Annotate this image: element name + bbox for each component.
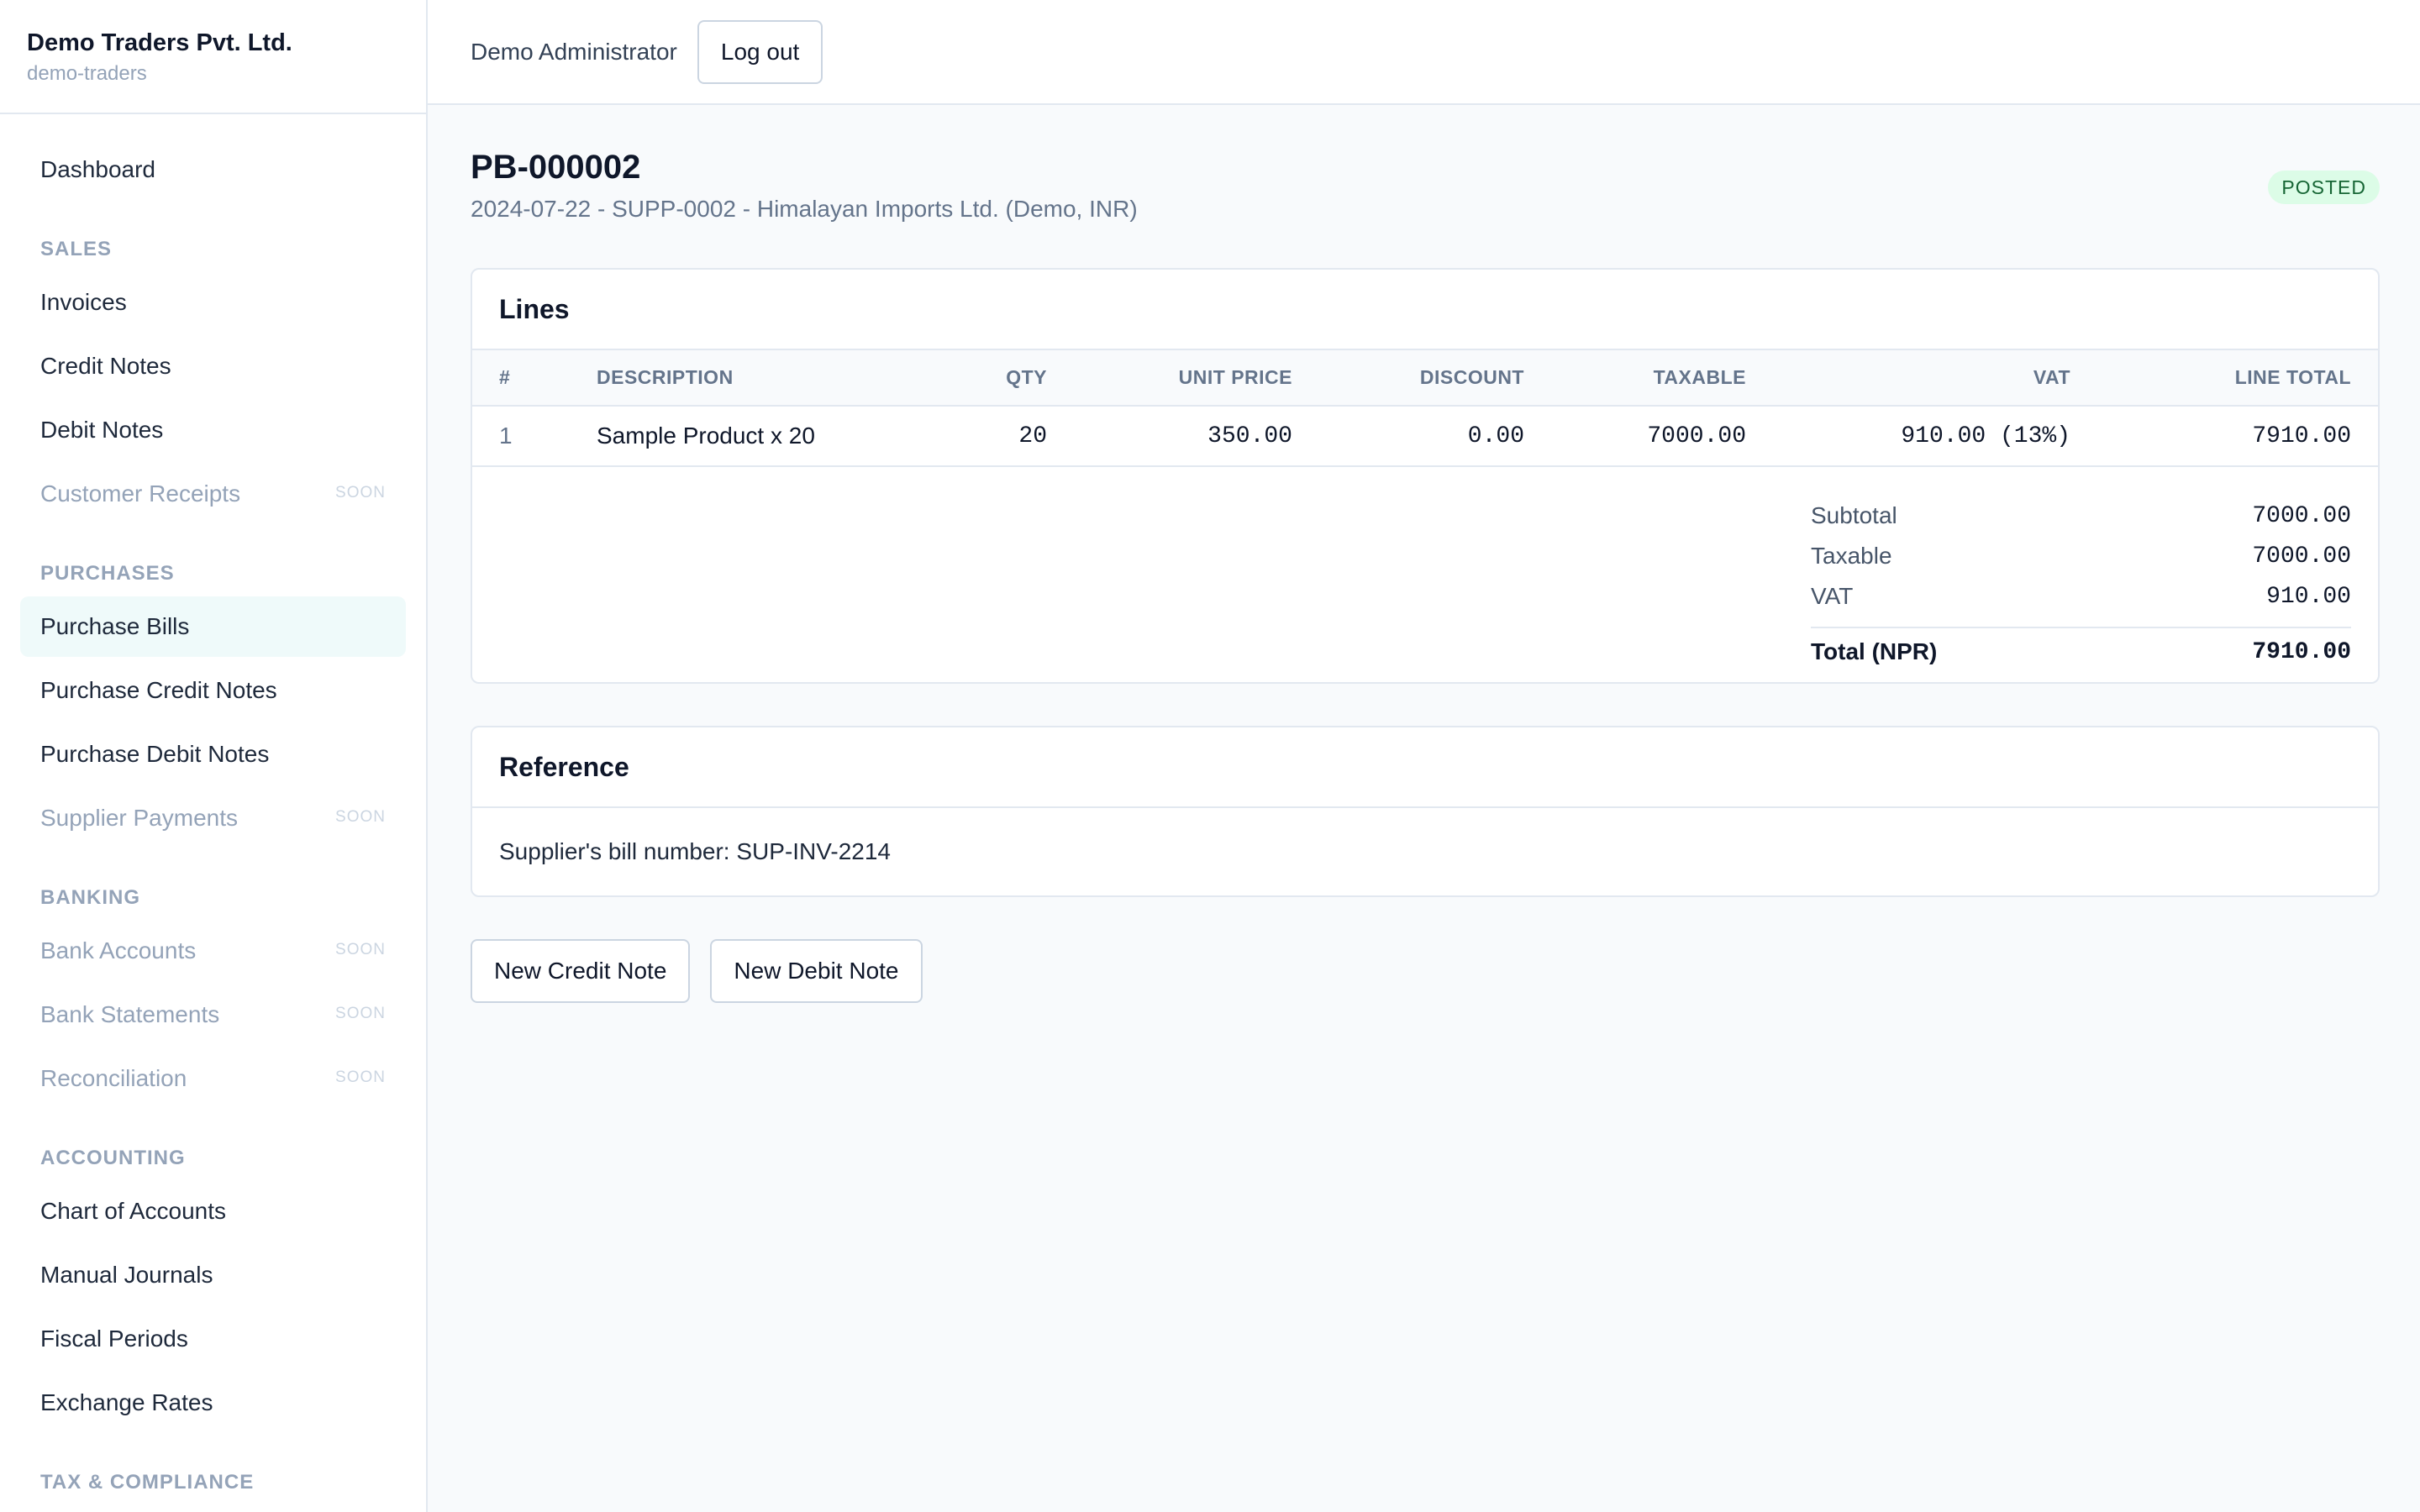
cell-vat: 910.00 (13%) (1773, 406, 2097, 467)
column-header-qty: QTY (939, 350, 1074, 407)
brand: Demo Traders Pvt. Ltd. demo-traders (0, 0, 426, 114)
cell-line-total: 7910.00 (2097, 406, 2378, 467)
sidebar-item-label: Chart of Accounts (40, 1198, 227, 1224)
sidebar-section-sales: SALES (40, 238, 113, 260)
sidebar-section-purchases: PURCHASES (40, 562, 175, 585)
sidebar-item-label: Fiscal Periods (40, 1326, 188, 1352)
vat-label: VAT (1811, 583, 1854, 609)
soon-badge: SOON (335, 1068, 386, 1086)
sidebar-section-banking: BANKING (40, 886, 140, 909)
sidebar-item-label: Dashboard (40, 156, 155, 182)
sidebar-item-label: Credit Notes (40, 353, 171, 379)
sidebar-item-invoices[interactable]: Invoices (20, 272, 406, 333)
lines-card: Lines # DESCRIPTION QTY UNIT PRICE DISCO… (471, 268, 2380, 684)
sidebar-item-dashboard[interactable]: Dashboard (20, 139, 406, 200)
sidebar-section-tax-compliance: TAX & COMPLIANCE (40, 1471, 255, 1494)
sidebar-item-fiscal-periods[interactable]: Fiscal Periods (20, 1309, 406, 1369)
reference-card: Reference Supplier's bill number: SUP-IN… (471, 726, 2380, 897)
sidebar-item-purchase-credit-notes[interactable]: Purchase Credit Notes (20, 660, 406, 721)
status-badge: POSTED (2268, 171, 2380, 204)
topbar: Demo Administrator Log out (428, 0, 2420, 105)
taxable-row: Taxable 7000.00 (1811, 536, 2351, 576)
cell-qty: 20 (939, 406, 1074, 467)
subtotal-value: 7000.00 (2252, 502, 2351, 529)
table-row: 1 Sample Product x 20 20 350.00 0.00 700… (472, 406, 2378, 467)
column-header-description: DESCRIPTION (570, 350, 939, 407)
sidebar-item-debit-notes[interactable]: Debit Notes (20, 400, 406, 460)
cell-unit-price: 350.00 (1074, 406, 1319, 467)
lines-table: # DESCRIPTION QTY UNIT PRICE DISCOUNT TA… (472, 350, 2378, 467)
cell-taxable: 7000.00 (1551, 406, 1773, 467)
sidebar-item-purchase-debit-notes[interactable]: Purchase Debit Notes (20, 724, 406, 785)
bill-actions: New Credit Note New Debit Note (471, 939, 2380, 1003)
sidebar-item-label: Customer Receipts (40, 480, 241, 507)
column-header-vat: VAT (1773, 350, 2097, 407)
vat-row: VAT 910.00 (1811, 576, 2351, 617)
cell-discount: 0.00 (1319, 406, 1551, 467)
sidebar-item-label: Purchase Credit Notes (40, 677, 277, 703)
app-root: Demo Traders Pvt. Ltd. demo-traders Dash… (0, 0, 2420, 1512)
sidebar-item-supplier-payments: Supplier Payments SOON (20, 788, 406, 848)
sidebar-item-purchase-bills[interactable]: Purchase Bills (20, 596, 406, 657)
subtotal-label: Subtotal (1811, 502, 1897, 528)
sidebar-item-label: Purchase Bills (40, 613, 190, 639)
totals-summary: Subtotal 7000.00 Taxable 7000.00 VAT 910… (1811, 496, 2351, 675)
sidebar-item-bank-statements: Bank Statements SOON (20, 984, 406, 1045)
column-header-number: # (472, 350, 570, 407)
reference-card-title: Reference (472, 727, 2378, 808)
page-subtitle: 2024-07-22 - SUPP-0002 - Himalayan Impor… (471, 196, 1138, 222)
sidebar-item-label: Invoices (40, 289, 127, 315)
sidebar-item-customer-receipts: Customer Receipts SOON (20, 464, 406, 524)
soon-badge: SOON (335, 484, 386, 501)
logout-button[interactable]: Log out (697, 19, 823, 84)
column-header-discount: DISCOUNT (1319, 350, 1551, 407)
sidebar-item-label: Exchange Rates (40, 1389, 213, 1415)
soon-badge: SOON (335, 941, 386, 958)
org-slug: demo-traders (27, 62, 147, 85)
page-title: PB-000002 (471, 149, 641, 186)
soon-badge: SOON (335, 808, 386, 826)
main-content: PB-000002 2024-07-22 - SUPP-0002 - Himal… (471, 105, 2380, 1003)
sidebar-item-reconciliation: Reconciliation SOON (20, 1048, 406, 1109)
grand-total-row: Total (NPR) 7910.00 (1811, 627, 2351, 675)
sidebar-item-label: Supplier Payments (40, 805, 239, 831)
sidebar-item-label: Bank Statements (40, 1001, 220, 1027)
column-header-line-total: LINE TOTAL (2097, 350, 2378, 407)
current-user-name: Demo Administrator (471, 38, 677, 65)
sidebar-item-label: Bank Accounts (40, 937, 197, 963)
sidebar-item-bank-accounts: Bank Accounts SOON (20, 921, 406, 981)
grand-total-value: 7910.00 (2252, 638, 2351, 665)
sidebar-item-chart-of-accounts[interactable]: Chart of Accounts (20, 1181, 406, 1242)
sidebar-section-accounting: ACCOUNTING (40, 1147, 186, 1169)
new-credit-note-button[interactable]: New Credit Note (471, 939, 691, 1003)
subtotal-row: Subtotal 7000.00 (1811, 496, 2351, 536)
sidebar-nav: Dashboard SALES Invoices Credit Notes De… (0, 114, 426, 1495)
sidebar-item-label: Debit Notes (40, 417, 164, 443)
lines-table-header: # DESCRIPTION QTY UNIT PRICE DISCOUNT TA… (472, 350, 2378, 407)
reference-text: Supplier's bill number: SUP-INV-2214 (499, 838, 892, 864)
column-header-unit-price: UNIT PRICE (1074, 350, 1319, 407)
sidebar: Demo Traders Pvt. Ltd. demo-traders Dash… (0, 0, 428, 1512)
sidebar-item-manual-journals[interactable]: Manual Journals (20, 1245, 406, 1305)
soon-badge: SOON (335, 1005, 386, 1022)
sidebar-item-label: Reconciliation (40, 1065, 187, 1091)
sidebar-item-exchange-rates[interactable]: Exchange Rates (20, 1373, 406, 1433)
org-name: Demo Traders Pvt. Ltd. (27, 29, 292, 56)
taxable-value: 7000.00 (2252, 543, 2351, 570)
page-header: PB-000002 2024-07-22 - SUPP-0002 - Himal… (471, 105, 2380, 268)
grand-total-label: Total (NPR) (1811, 638, 1938, 664)
sidebar-item-label: Manual Journals (40, 1262, 213, 1288)
cell-line-number: 1 (472, 406, 570, 467)
column-header-taxable: TAXABLE (1551, 350, 1773, 407)
new-debit-note-button[interactable]: New Debit Note (710, 939, 923, 1003)
sidebar-item-credit-notes[interactable]: Credit Notes (20, 336, 406, 396)
sidebar-item-label: Purchase Debit Notes (40, 741, 270, 767)
taxable-label: Taxable (1811, 543, 1892, 569)
cell-description: Sample Product x 20 (570, 406, 939, 467)
vat-value: 910.00 (2266, 583, 2351, 610)
lines-card-title: Lines (472, 270, 2378, 350)
totals-section: Subtotal 7000.00 Taxable 7000.00 VAT 910… (472, 467, 2378, 682)
